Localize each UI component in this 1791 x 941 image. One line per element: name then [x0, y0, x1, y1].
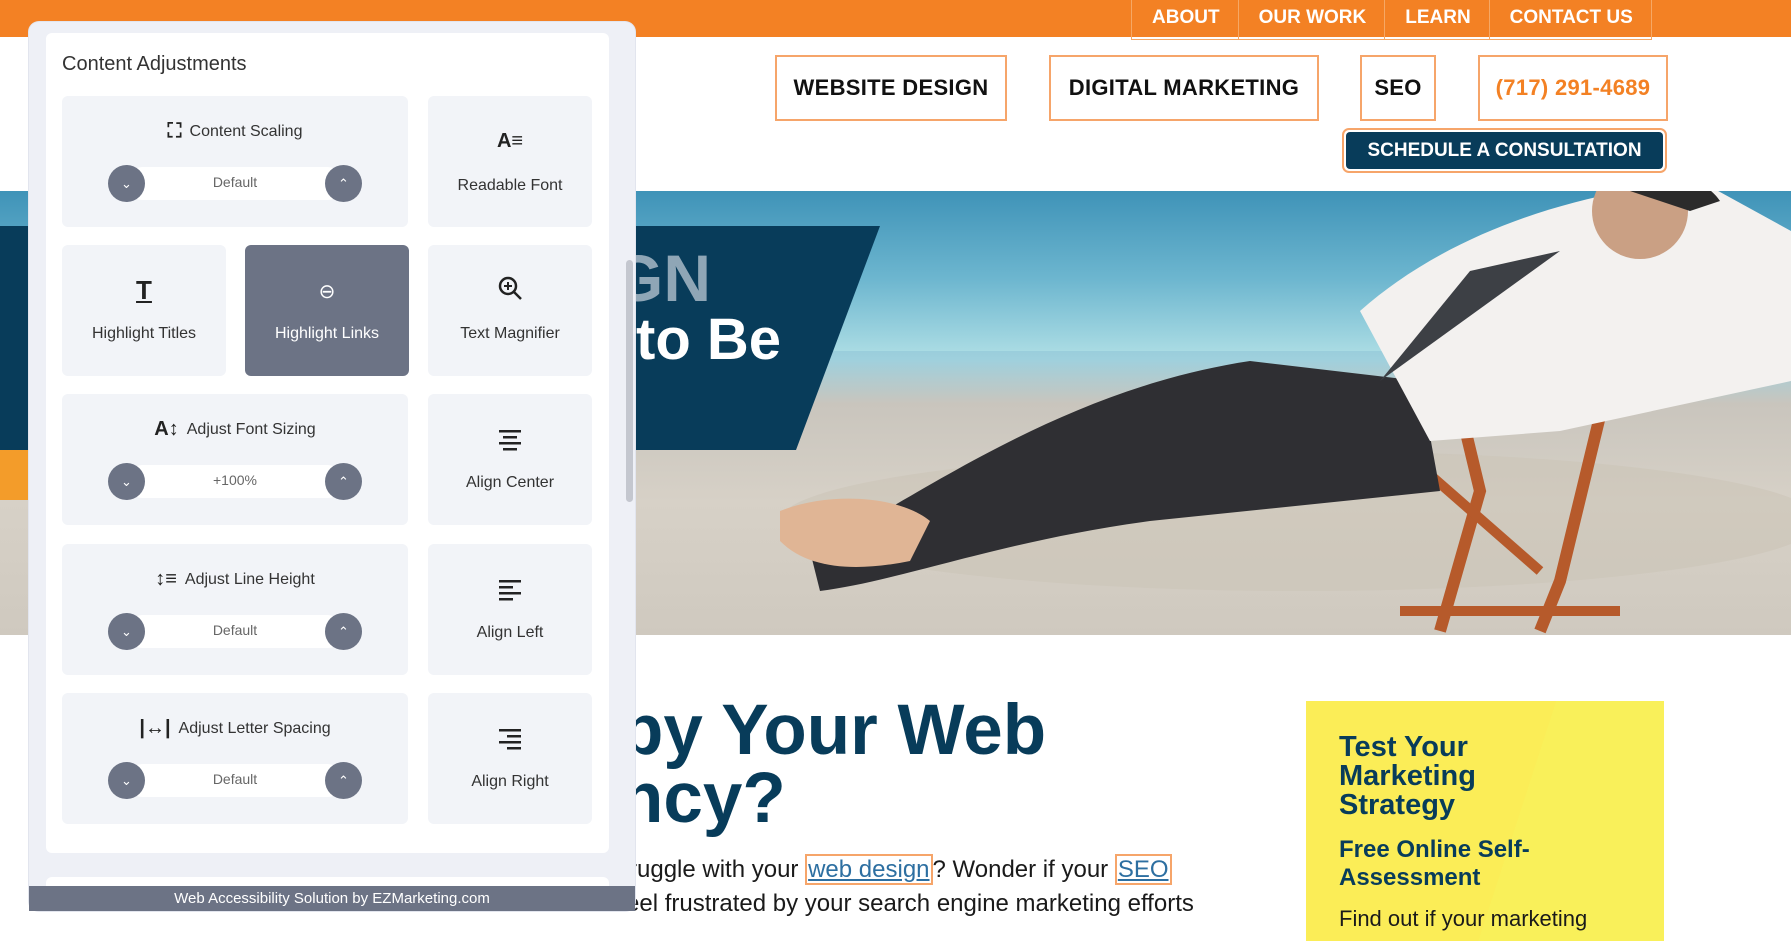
font-sizing-header: A↕ Adjust Font Sizing: [62, 418, 408, 441]
promo-box[interactable]: Test Your Marketing Strategy Free Online…: [1306, 701, 1664, 941]
promo-subtitle: Free Online Self-Assessment: [1339, 836, 1530, 891]
line-height-control: ↕≡ Adjust Line Height Default ⌄ ⌃: [62, 544, 408, 675]
highlight-links-button[interactable]: ⊖ Highlight Links: [245, 245, 409, 376]
line-height-increase-button[interactable]: ⌃: [325, 613, 362, 650]
chevron-up-icon: ⌃: [338, 772, 349, 788]
line-height-label: Adjust Line Height: [184, 570, 315, 588]
line-height-decrease-button[interactable]: ⌄: [108, 613, 145, 650]
top-nav: ABOUT OUR WORK LEARN CONTACT US: [1131, 0, 1652, 40]
readable-font-icon: A≡: [496, 130, 524, 152]
content-scaling-label: Content Scaling: [189, 122, 303, 140]
hero-accent: [0, 450, 30, 500]
align-center-button[interactable]: Align Center: [428, 394, 592, 525]
font-size-icon: A↕: [154, 418, 179, 440]
content-scaling-value: Default: [212, 174, 258, 190]
line-height-header: ↕≡ Adjust Line Height: [62, 568, 408, 591]
intro-text-2: ? Wonder if your: [932, 856, 1115, 883]
align-right-button[interactable]: Align Right: [428, 693, 592, 824]
title-icon: T: [136, 275, 152, 305]
highlight-titles-button[interactable]: T Highlight Titles: [62, 245, 226, 376]
chevron-down-icon: ⌄: [121, 175, 132, 191]
nav-about[interactable]: ABOUT: [1131, 0, 1239, 40]
headline-line1: py Your Web: [620, 691, 1047, 770]
letter-spacing-header: |↔| Adjust Letter Spacing: [62, 717, 408, 740]
align-center-label: Align Center: [465, 474, 555, 491]
content-scaling-stepper: Default ⌄ ⌃: [108, 165, 362, 202]
align-center-icon: [428, 428, 592, 457]
line-height-stepper: Default ⌄ ⌃: [108, 613, 362, 650]
text-magnifier-label: Text Magnifier: [460, 325, 560, 342]
expand-icon: ⛶: [167, 120, 182, 142]
headline-line2: ncy?: [620, 759, 786, 838]
nav-digital-marketing[interactable]: DIGITAL MARKETING: [1049, 55, 1319, 121]
phone-link[interactable]: (717) 291-4689: [1478, 55, 1668, 121]
font-sizing-decrease-button[interactable]: ⌄: [108, 463, 145, 500]
chevron-down-icon: ⌄: [121, 772, 132, 788]
letter-spacing-control: |↔| Adjust Letter Spacing Default ⌄ ⌃: [62, 693, 408, 824]
letter-spacing-increase-button[interactable]: ⌃: [325, 762, 362, 799]
content-scaling-decrease-button[interactable]: ⌄: [108, 165, 145, 202]
font-sizing-control: A↕ Adjust Font Sizing +100% ⌄ ⌃: [62, 394, 408, 525]
schedule-consultation-button[interactable]: SCHEDULE A CONSULTATION: [1342, 128, 1667, 173]
nav-our-work[interactable]: OUR WORK: [1238, 0, 1386, 40]
nav-contact-us[interactable]: CONTACT US: [1489, 0, 1652, 40]
letter-spacing-icon: |↔|: [139, 717, 171, 739]
link-seo[interactable]: SEO: [1114, 854, 1172, 885]
content-adjustments-card: Content Adjustments ⛶ Content Scaling De…: [46, 33, 609, 853]
nav-seo[interactable]: SEO: [1360, 55, 1436, 121]
highlight-titles-label: Highlight Titles: [91, 325, 197, 342]
chevron-down-icon: ⌄: [121, 473, 132, 489]
letter-spacing-value: Default: [212, 771, 258, 787]
promo-title: Test Your Marketing Strategy: [1339, 731, 1476, 821]
promo-text: Find out if your marketing: [1339, 906, 1588, 931]
highlight-links-label: Highlight Links: [274, 325, 380, 342]
chevron-up-icon: ⌃: [338, 175, 349, 191]
content-scaling-control: ⛶ Content Scaling Default ⌄ ⌃: [62, 96, 408, 227]
align-left-label: Align Left: [476, 624, 544, 641]
letter-spacing-label: Adjust Letter Spacing: [178, 719, 331, 737]
letter-spacing-stepper: Default ⌄ ⌃: [108, 762, 362, 799]
nav-learn[interactable]: LEARN: [1385, 0, 1490, 40]
content-scaling-header: ⛶ Content Scaling: [62, 120, 408, 143]
font-sizing-value: +100%: [213, 472, 257, 488]
font-sizing-stepper: +100% ⌄ ⌃: [108, 463, 362, 500]
align-left-button[interactable]: Align Left: [428, 544, 592, 675]
magnifier-icon: [428, 275, 592, 306]
letter-spacing-decrease-button[interactable]: ⌄: [108, 762, 145, 799]
panel-footer[interactable]: Web Accessibility Solution by EZMarketin…: [29, 886, 635, 911]
chevron-up-icon: ⌃: [338, 473, 349, 489]
chevron-up-icon: ⌃: [338, 623, 349, 639]
font-sizing-label: Adjust Font Sizing: [186, 420, 316, 438]
align-right-label: Align Right: [471, 773, 549, 790]
text-magnifier-button[interactable]: Text Magnifier: [428, 245, 592, 376]
hero-title-line2: to Be: [636, 307, 781, 372]
page-headline: py Your Web ncy?: [620, 691, 1047, 838]
schedule-consultation-label: SCHEDULE A CONSULTATION: [1346, 132, 1663, 169]
chevron-down-icon: ⌄: [121, 623, 132, 639]
readable-font-button[interactable]: A≡ Readable Font: [428, 96, 592, 227]
intro-text-1: ruggle with your: [629, 856, 806, 883]
font-sizing-increase-button[interactable]: ⌃: [325, 463, 362, 500]
readable-font-label: Readable Font: [457, 177, 563, 194]
align-left-icon: [428, 578, 592, 607]
accessibility-panel: Content Adjustments ⛶ Content Scaling De…: [29, 22, 635, 911]
content-scaling-increase-button[interactable]: ⌃: [325, 165, 362, 202]
link-web-design[interactable]: web design: [805, 854, 933, 885]
line-height-value: Default: [212, 622, 258, 638]
link-icon: ⊖: [318, 281, 336, 303]
line-height-icon: ↕≡: [155, 568, 177, 590]
panel-scrollbar[interactable]: [626, 260, 633, 502]
panel-title: Content Adjustments: [62, 53, 247, 75]
align-right-icon: [428, 727, 592, 756]
nav-website-design[interactable]: WEBSITE DESIGN: [775, 55, 1007, 121]
